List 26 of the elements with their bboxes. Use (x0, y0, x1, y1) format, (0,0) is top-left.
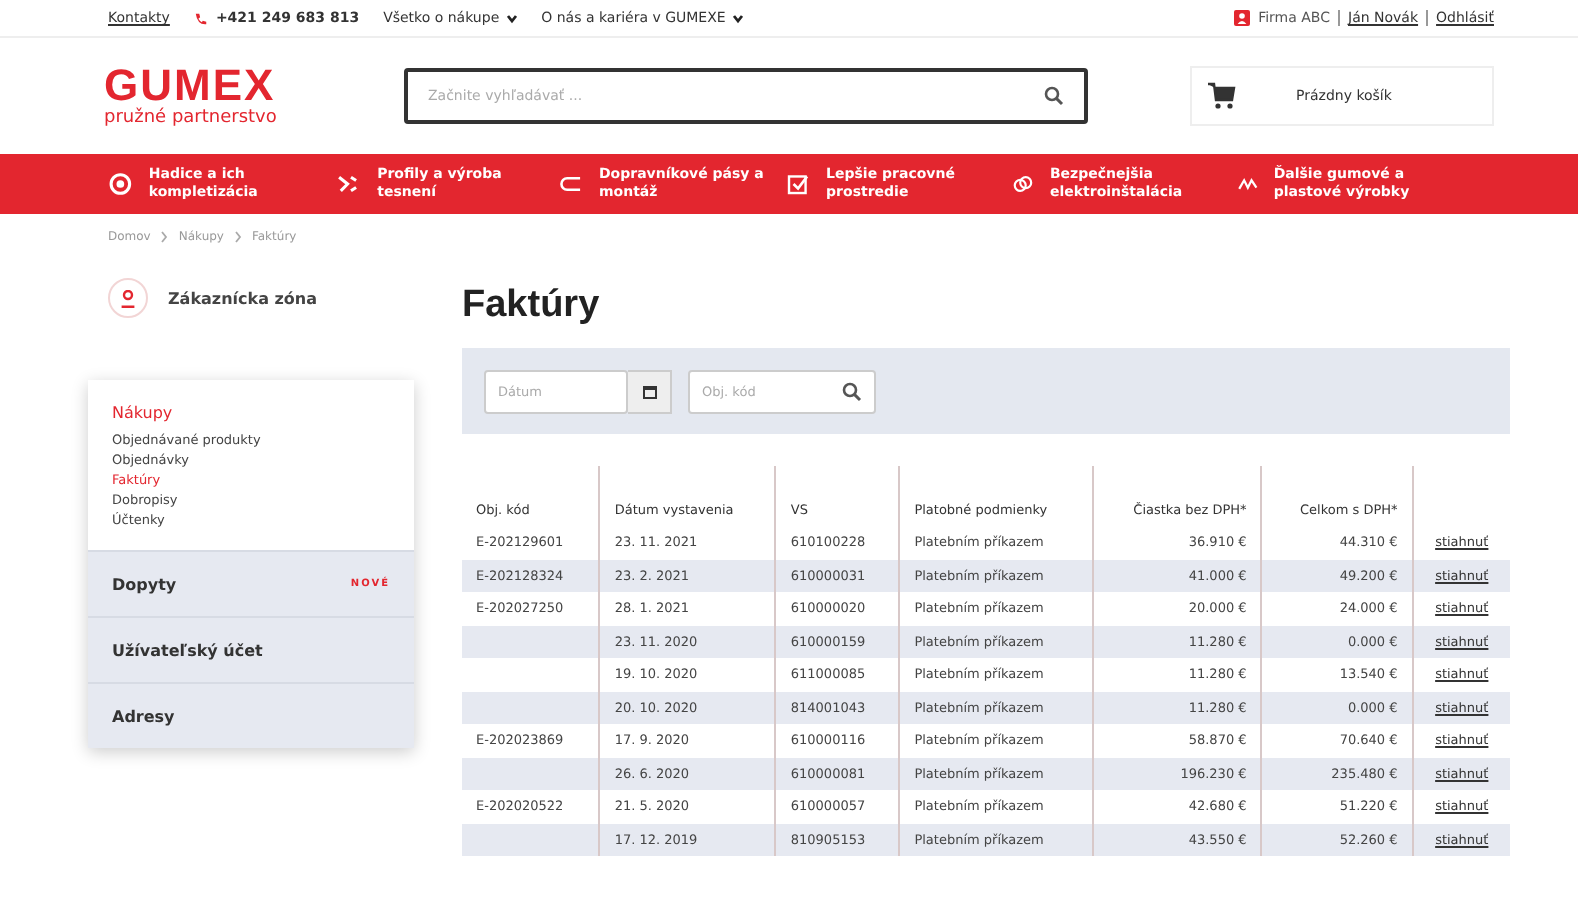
logo-tagline: pružné partnerstvo (104, 108, 279, 128)
menu-section[interactable]: Užívateľský účet (88, 616, 414, 682)
search-icon[interactable] (842, 381, 862, 401)
user-icon (120, 289, 136, 307)
calendar-button[interactable] (628, 369, 672, 413)
chevron-icon (731, 13, 744, 23)
chevron-icon (233, 230, 242, 244)
section-link[interactable]: Nákupy (112, 404, 390, 422)
section-label: Dopyty (112, 575, 177, 593)
cart-icon (1208, 82, 1236, 110)
menu-section[interactable]: Adresy (88, 682, 414, 748)
search-icon[interactable] (1044, 86, 1064, 106)
section-label: Užívateľský účet (112, 641, 263, 659)
phone-icon (193, 11, 208, 25)
logo[interactable]: GUMEX (104, 64, 404, 108)
company-icon (1234, 10, 1251, 26)
checkbox-icon (786, 170, 811, 198)
chevron-icon (160, 230, 169, 244)
page-title: Faktúry (462, 284, 602, 328)
section-label: Adresy (112, 707, 175, 725)
chevron-icon (505, 13, 518, 23)
rings-icon (1012, 170, 1034, 198)
tool-icon (334, 170, 362, 198)
ring-icon (108, 170, 133, 198)
calendar-icon (641, 383, 657, 399)
zone-title: Zákaznícka zóna (168, 289, 318, 307)
